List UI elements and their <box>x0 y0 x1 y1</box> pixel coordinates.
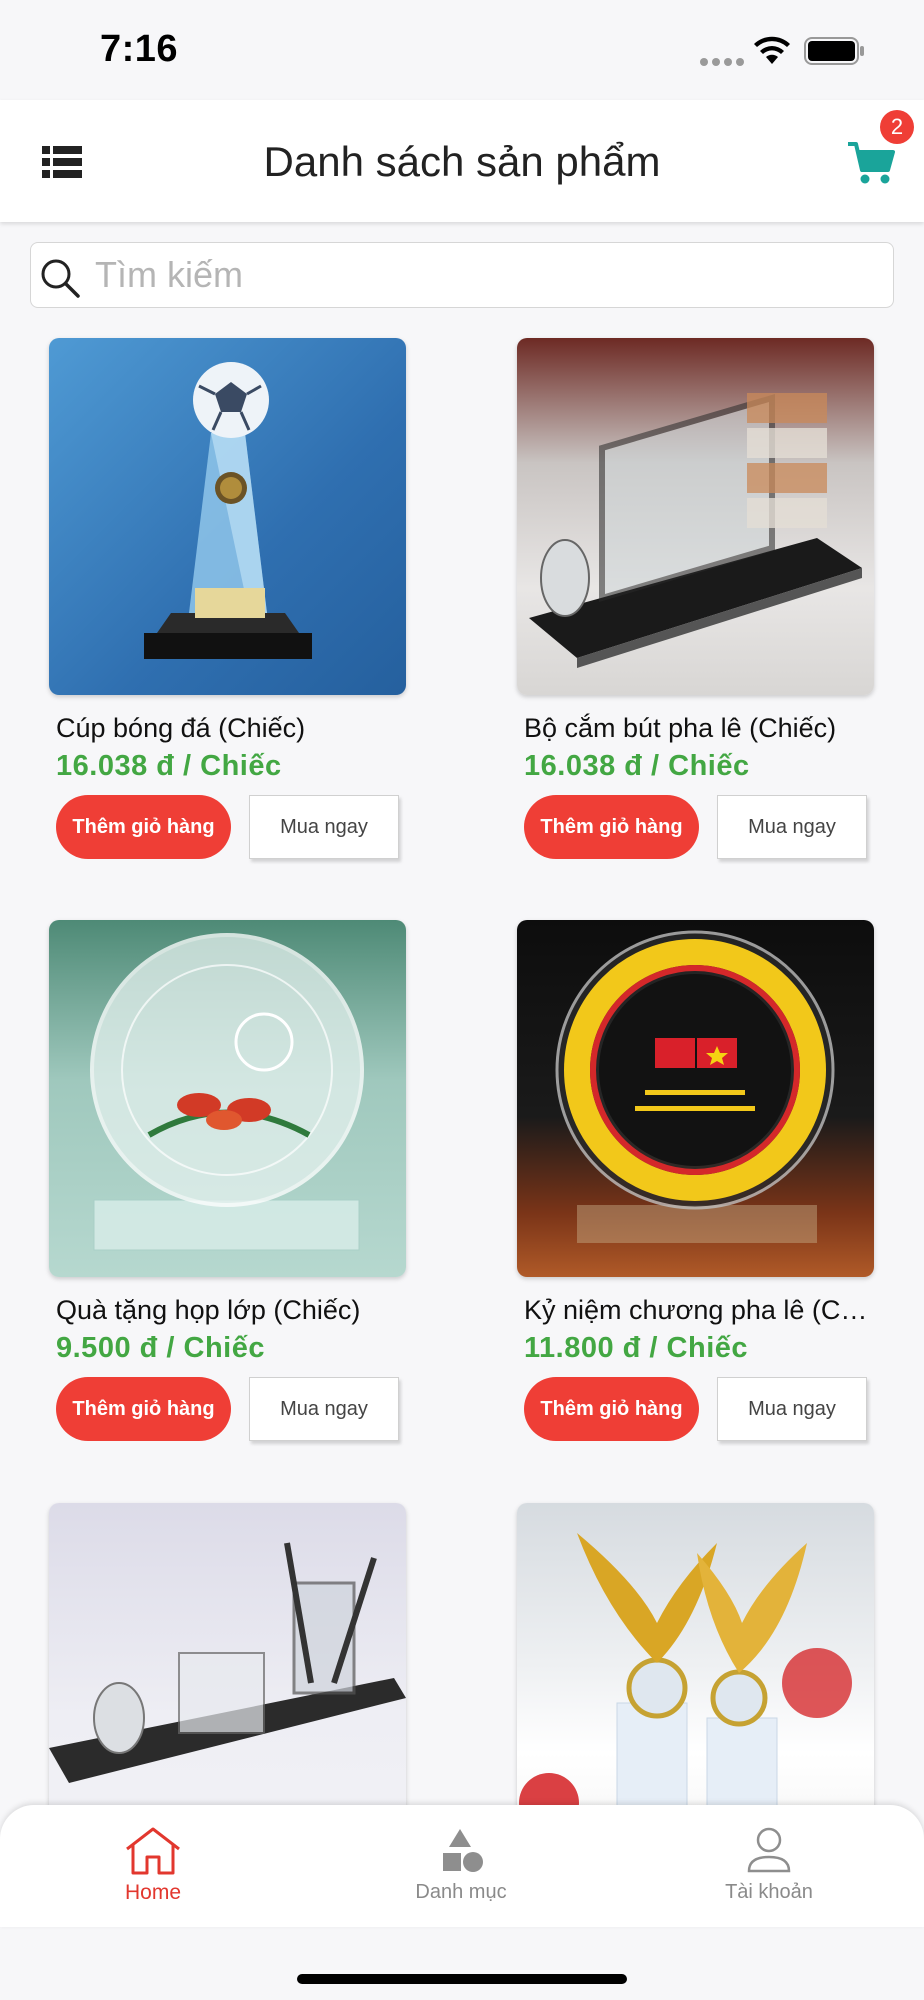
search-input[interactable] <box>95 251 875 299</box>
status-time: 7:16 <box>100 28 179 70</box>
medal-plaque-image <box>555 930 835 1243</box>
cart-count-badge: 2 <box>880 110 914 144</box>
buy-now-button[interactable]: Mua ngay <box>249 795 399 859</box>
product-card[interactable]: Bộ cắm bút pha lê (Chiếc) 16.038 đ / Chi… <box>517 338 897 859</box>
product-card[interactable]: Quà tặng họp lớp (Chiếc) 9.500 đ / Chiếc… <box>49 920 429 1441</box>
product-name[interactable]: Kỷ niệm chương pha lê (Ch... <box>524 1295 869 1326</box>
product-price: 16.038 đ / Chiếc <box>56 750 282 782</box>
home-icon <box>126 1827 180 1875</box>
battery-icon <box>804 37 864 65</box>
tab-home[interactable]: Home <box>53 1825 253 1905</box>
status-bar: 7:16 <box>0 0 924 100</box>
crystal-plaque-image <box>90 933 364 1251</box>
tab-account[interactable]: Tài khoản <box>669 1825 869 1904</box>
cellular-signal-icon <box>700 58 744 66</box>
tab-label: Tài khoản <box>725 1881 813 1903</box>
buy-now-button[interactable]: Mua ngay <box>717 795 867 859</box>
add-to-cart-button[interactable]: Thêm giỏ hàng <box>56 795 231 859</box>
add-to-cart-button[interactable]: Thêm giỏ hàng <box>524 1377 699 1441</box>
product-image[interactable] <box>517 338 874 695</box>
trophy-image <box>144 362 312 659</box>
add-to-cart-button[interactable]: Thêm giỏ hàng <box>524 795 699 859</box>
pen-holder-image <box>529 393 862 668</box>
app-header: Danh sách sản phẩm <box>0 100 924 222</box>
product-image[interactable] <box>49 920 406 1277</box>
tab-categories[interactable]: Danh mục <box>361 1825 561 1904</box>
add-to-cart-button[interactable]: Thêm giỏ hàng <box>56 1377 231 1441</box>
wifi-icon <box>754 36 790 64</box>
product-image[interactable] <box>517 920 874 1277</box>
buy-now-button[interactable]: Mua ngay <box>249 1377 399 1441</box>
product-image[interactable] <box>49 338 406 695</box>
product-price: 9.500 đ / Chiếc <box>56 1332 265 1364</box>
search-icon <box>41 259 80 298</box>
product-card[interactable]: Cúp bóng đá (Chiếc) 16.038 đ / Chiếc Thê… <box>49 338 429 859</box>
product-name[interactable]: Cúp bóng đá (Chiếc) <box>56 713 401 744</box>
user-icon <box>747 1827 791 1873</box>
product-card[interactable]: Kỷ niệm chương pha lê (Ch... 11.800 đ / … <box>517 920 897 1441</box>
shapes-icon <box>443 1829 483 1872</box>
product-price: 11.800 đ / Chiếc <box>524 1332 749 1364</box>
buy-now-button[interactable]: Mua ngay <box>717 1377 867 1441</box>
tab-label: Danh mục <box>415 1881 507 1903</box>
search-bar <box>30 242 894 308</box>
product-name[interactable]: Quà tặng họp lớp (Chiếc) <box>56 1295 401 1326</box>
shopping-cart-icon[interactable] <box>846 138 896 188</box>
home-indicator <box>297 1974 627 1984</box>
product-name[interactable]: Bộ cắm bút pha lê (Chiếc) <box>524 713 869 744</box>
tab-label: Home <box>124 1881 182 1904</box>
product-price: 16.038 đ / Chiếc <box>524 750 750 782</box>
bottom-tab-bar: Home Danh mục Tài khoản <box>0 1805 924 1927</box>
page-title: Danh sách sản phẩm <box>263 138 661 185</box>
